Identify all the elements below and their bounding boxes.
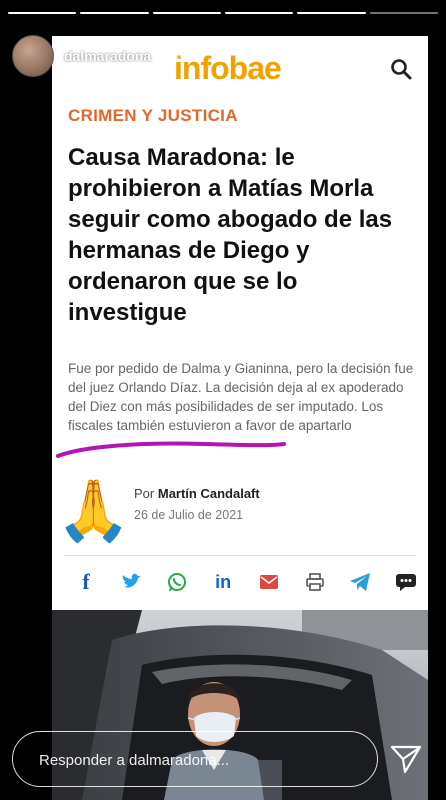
article-screenshot: infobae CRIMEN Y JUSTICIA Causa Maradona… — [52, 36, 428, 616]
linkedin-icon[interactable]: in — [211, 570, 235, 594]
send-icon[interactable] — [390, 744, 422, 774]
progress-segment — [80, 12, 149, 14]
twitter-icon[interactable] — [120, 570, 144, 594]
author-prefix: Por — [134, 486, 155, 501]
more-icon[interactable]: ••• — [399, 42, 428, 64]
article-author: Por Martín Candalaft — [134, 486, 260, 501]
comments-icon[interactable] — [394, 570, 418, 594]
email-icon[interactable] — [257, 570, 281, 594]
article-headline: Causa Maradona: le prohibieron a Matías … — [68, 144, 393, 326]
article-category: CRIMEN Y JUSTICIA — [68, 106, 238, 125]
reply-input[interactable] — [37, 747, 341, 773]
reply-box[interactable] — [12, 731, 378, 787]
story-username[interactable]: dalmaradona — [64, 48, 151, 64]
article-date: 26 de Julio de 2021 — [134, 508, 244, 522]
highlight-stroke — [56, 441, 286, 458]
avatar[interactable] — [12, 35, 54, 77]
article-summary: Fue por pedido de Dalma y Gianinna, pero… — [68, 361, 414, 433]
progress-segment — [152, 12, 221, 14]
author-name[interactable]: Martín Candalaft — [158, 486, 260, 501]
telegram-icon[interactable] — [348, 570, 372, 594]
mute-icon[interactable] — [364, 44, 386, 66]
share-bar: f in — [74, 569, 418, 594]
progress-segment — [297, 12, 366, 14]
pause-icon[interactable] — [343, 46, 358, 64]
story-time: 1 h — [159, 48, 179, 64]
progress-segment — [224, 12, 294, 14]
story-header: dalmaradona 1 h ••• — [12, 34, 438, 78]
whatsapp-icon[interactable] — [165, 570, 189, 594]
story-progress-bar — [8, 12, 438, 14]
praying-hands-emoji: 🙏 — [56, 477, 131, 544]
facebook-icon[interactable]: f — [74, 569, 98, 594]
progress-segment — [369, 12, 438, 14]
progress-segment — [8, 12, 77, 14]
print-icon[interactable] — [303, 570, 327, 594]
divider — [64, 555, 416, 556]
